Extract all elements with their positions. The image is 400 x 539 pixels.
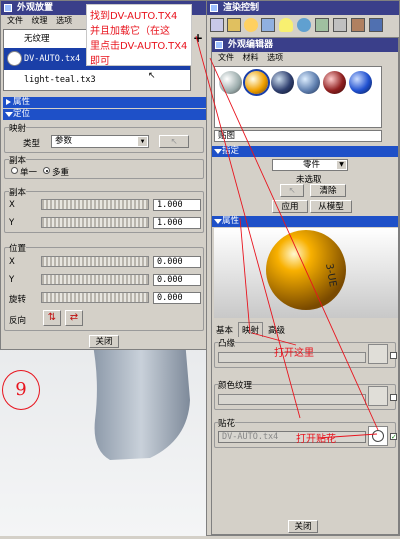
arrow-instruction-to-list (195, 35, 301, 419)
instruction-line-1: 找到DV-AUTO.TX4 (90, 11, 178, 22)
arrow-to-mapping-tab (239, 217, 251, 334)
annotation-open-decal: 打开贴花 (296, 434, 336, 445)
annotation-arrows (195, 35, 379, 439)
instruction-box: 找到DV-AUTO.TX4 并且加载它（在这 里点击DV-AUTO.TX4 即可 (86, 4, 192, 67)
instruction-line-3: 里点击DV-AUTO.TX4 (90, 41, 188, 52)
annotation-open-here: 打开这里 (274, 348, 314, 359)
instruction-line-2: 并且加载它（在这 (90, 26, 170, 37)
arrow-to-decal-field (209, 57, 379, 431)
instruction-line-4: 即可 (90, 56, 110, 67)
